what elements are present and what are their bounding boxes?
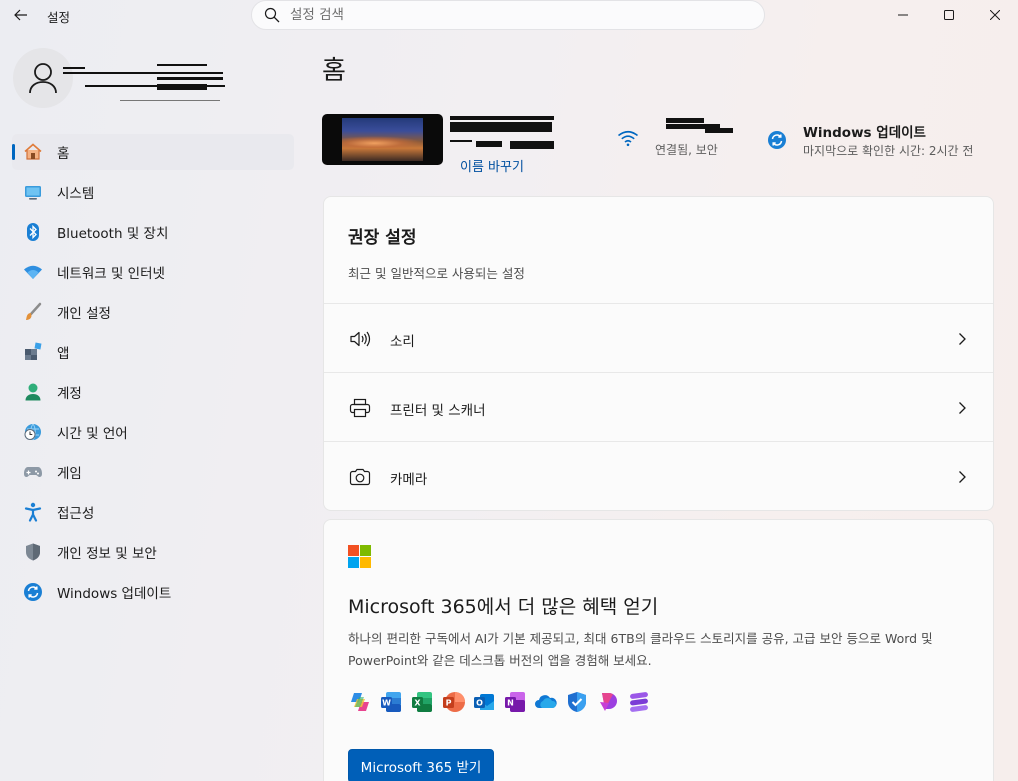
recommended-settings-card: 권장 설정 최근 및 일반적으로 사용되는 설정 소리 프린터 및 스캐너 카메…	[323, 196, 994, 511]
clipchamp-icon	[630, 692, 648, 712]
get-microsoft-365-button[interactable]: Microsoft 365 받기	[348, 749, 494, 781]
designer-icon	[600, 693, 617, 711]
chevron-right-icon	[959, 333, 966, 345]
sidebar-item-label: 개인 정보 및 보안	[57, 546, 157, 562]
sidebar-item-apps[interactable]: 앱	[12, 334, 294, 370]
windows-update-subtitle: 마지막으로 확인한 시간: 2시간 전	[803, 144, 974, 158]
sidebar-item-accounts[interactable]: 계정	[12, 374, 294, 410]
defender-icon	[568, 692, 586, 712]
accessibility-icon	[23, 502, 43, 522]
sidebar-item-home[interactable]: 홈	[12, 134, 294, 170]
back-arrow-icon	[14, 9, 27, 21]
powerpoint-icon: P	[443, 692, 465, 712]
sidebar-item-label: Bluetooth 및 장치	[57, 226, 169, 242]
update-icon	[768, 131, 786, 149]
svg-text:P: P	[446, 699, 452, 708]
search-box[interactable]	[251, 0, 765, 30]
title-bar: 설정	[0, 0, 1018, 32]
svg-text:N: N	[507, 699, 514, 708]
account-icon	[23, 382, 43, 402]
maximize-button[interactable]	[926, 0, 972, 30]
sidebar-item-label: 계정	[57, 386, 82, 402]
minimize-button[interactable]	[880, 0, 926, 30]
user-icon	[29, 63, 57, 94]
m365-app-icons: W X P O N	[348, 690, 651, 714]
outlook-icon: O	[474, 694, 494, 710]
recommended-title: 권장 설정	[348, 228, 417, 248]
chevron-right-icon	[959, 471, 966, 483]
search-input[interactable]	[290, 7, 730, 23]
close-icon	[990, 10, 1000, 20]
sidebar-item-label: 시간 및 언어	[57, 426, 128, 442]
sidebar-item-label: 앱	[57, 346, 70, 362]
sidebar-item-label: 게임	[57, 466, 82, 482]
avatar[interactable]	[13, 48, 73, 108]
recommended-subtitle: 최근 및 일반적으로 사용되는 설정	[348, 266, 525, 281]
system-icon	[23, 182, 43, 202]
recommended-row-sound[interactable]: 소리	[324, 303, 993, 372]
update-icon	[23, 582, 43, 602]
sidebar-item-time-language[interactable]: 시간 및 언어	[12, 414, 294, 450]
page-title: 홈	[322, 56, 346, 86]
wifi-icon	[23, 262, 43, 282]
search-icon	[264, 7, 280, 23]
windows-update-status-icon[interactable]	[767, 130, 787, 154]
word-icon: W	[381, 692, 401, 712]
camera-icon	[349, 466, 371, 488]
brush-icon	[23, 302, 43, 322]
home-icon	[23, 142, 43, 162]
wallpaper-image	[342, 118, 423, 161]
close-button[interactable]	[972, 0, 1018, 30]
maximize-icon	[944, 10, 954, 20]
sidebar-item-windows-update[interactable]: Windows 업데이트	[12, 574, 294, 610]
sidebar-item-label: 홈	[57, 146, 70, 162]
windows-update-title[interactable]: Windows 업데이트	[803, 121, 926, 141]
app-title: 설정	[47, 10, 71, 25]
sidebar-item-label: Windows 업데이트	[57, 586, 172, 602]
svg-text:O: O	[476, 699, 483, 708]
rename-link[interactable]: 이름 바꾸기	[460, 156, 524, 175]
row-label: 카메라	[390, 472, 428, 488]
back-button[interactable]	[10, 4, 32, 26]
minimize-icon	[898, 14, 908, 16]
excel-icon: X	[412, 692, 432, 712]
sidebar-nav: 홈 시스템 Bluetooth 및 장치 네트워크 및 인터넷 개인 설정 앱	[12, 134, 294, 614]
sidebar-item-label: 접근성	[57, 506, 95, 522]
svg-text:W: W	[382, 699, 391, 708]
m365-title: Microsoft 365에서 더 많은 혜택 얻기	[348, 596, 659, 618]
network-status-text: 연결됨, 보안	[655, 143, 718, 157]
bluetooth-icon	[23, 222, 43, 242]
row-label: 프린터 및 스캐너	[390, 403, 486, 419]
copilot-icon	[351, 693, 369, 711]
sidebar-item-label: 시스템	[57, 186, 95, 202]
apps-icon	[23, 342, 43, 362]
printer-icon	[349, 397, 371, 419]
chevron-right-icon	[959, 402, 966, 414]
device-wallpaper-thumbnail	[322, 114, 443, 165]
recommended-row-printers[interactable]: 프린터 및 스캐너	[324, 372, 993, 441]
sidebar-item-accessibility[interactable]: 접근성	[12, 494, 294, 530]
sidebar-item-label: 네트워크 및 인터넷	[57, 266, 165, 282]
clock-globe-icon	[23, 422, 43, 442]
speaker-icon	[349, 328, 371, 350]
sidebar-item-network[interactable]: 네트워크 및 인터넷	[12, 254, 294, 290]
sidebar-item-privacy[interactable]: 개인 정보 및 보안	[12, 534, 294, 570]
sidebar-item-system[interactable]: 시스템	[12, 174, 294, 210]
m365-description: 하나의 편리한 구독에서 AI가 기본 제공되고, 최대 6TB의 클라우드 스…	[348, 631, 933, 668]
sidebar-item-bluetooth[interactable]: Bluetooth 및 장치	[12, 214, 294, 250]
microsoft-365-card: Microsoft 365에서 더 많은 혜택 얻기 하나의 편리한 구독에서 …	[323, 519, 994, 781]
wifi-icon	[618, 130, 638, 147]
sidebar-item-label: 개인 설정	[57, 306, 111, 322]
shield-icon	[23, 542, 43, 562]
network-status-block[interactable]	[617, 129, 639, 151]
recommended-row-camera[interactable]: 카메라	[324, 441, 993, 510]
onenote-icon: N	[505, 692, 525, 712]
onedrive-icon	[535, 695, 557, 708]
sidebar-item-gaming[interactable]: 게임	[12, 454, 294, 490]
sidebar-item-personalization[interactable]: 개인 설정	[12, 294, 294, 330]
microsoft-logo-icon	[348, 545, 371, 568]
gamepad-icon	[23, 462, 43, 482]
row-label: 소리	[390, 334, 415, 350]
svg-text:X: X	[414, 699, 421, 708]
